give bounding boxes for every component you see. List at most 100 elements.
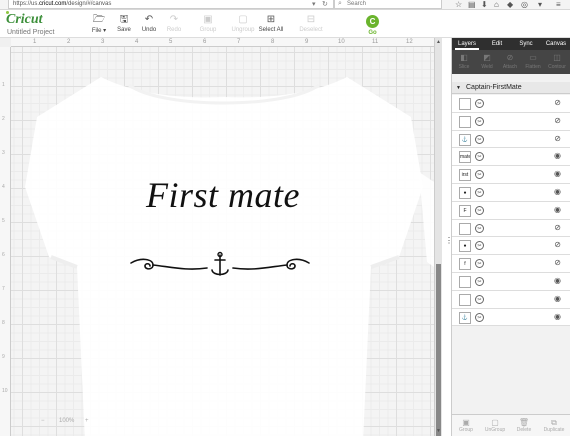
layer-thumbnail: ⚓ <box>459 133 471 146</box>
layer-row[interactable]: ⚓ ✂ ◉ <box>452 308 570 327</box>
eye-icon[interactable]: ◉ <box>554 151 561 161</box>
scroll-down-icon[interactable]: ▼ <box>436 428 441 434</box>
cut-operation-icon[interactable]: ✂ <box>475 134 484 144</box>
group-icon: ▣ <box>203 14 213 25</box>
layer-row[interactable]: ✂ ⊘ <box>452 112 570 131</box>
cricut-logo[interactable]: Cricut <box>6 12 43 28</box>
eye-icon[interactable]: ◉ <box>554 169 561 179</box>
eye-icon[interactable]: ◉ <box>554 276 561 286</box>
layer-row[interactable]: ✂ ◉ <box>452 273 570 291</box>
eye-hidden-icon[interactable]: ⊘ <box>554 134 561 144</box>
contour-button[interactable]: ◫ Contour <box>546 53 568 70</box>
redo-button[interactable]: ↷ Redo <box>159 14 189 33</box>
browser-search-input[interactable]: ⌕ Search <box>334 0 442 9</box>
layer-thumbnail: f <box>459 258 471 271</box>
cut-operation-icon[interactable]: ✂ <box>475 188 484 197</box>
reading-list-icon[interactable]: ▤ <box>468 0 476 9</box>
project-name[interactable]: Untitled Project <box>7 29 54 36</box>
layer-row[interactable]: ✂ ⊘ <box>452 219 570 238</box>
tshirt-mockup <box>25 77 434 436</box>
share-icon[interactable]: ▾ <box>538 0 542 9</box>
cut-operation-icon[interactable]: ✂ <box>475 312 484 322</box>
layer-row[interactable]: F ✂ ◉ <box>452 201 570 220</box>
eye-icon[interactable]: ◉ <box>554 294 561 304</box>
tab-canvas[interactable]: Canvas <box>544 38 568 50</box>
layer-row[interactable]: ⚓ ✂ ⊘ <box>452 130 570 149</box>
cut-operation-icon[interactable]: ✂ <box>475 223 484 233</box>
eye-hidden-icon[interactable]: ⊘ <box>554 258 561 268</box>
eye-hidden-icon[interactable]: ⊘ <box>554 223 561 233</box>
bookmark-star-icon[interactable]: ☆ <box>455 0 462 9</box>
eye-hidden-icon[interactable]: ⊘ <box>554 240 561 250</box>
menu-icon[interactable]: ≡ <box>556 0 561 9</box>
home-icon[interactable]: ⌂ <box>494 0 499 9</box>
group-label: Group <box>199 27 217 33</box>
collapse-triangle-icon[interactable]: ▼ <box>456 82 461 94</box>
cut-operation-icon[interactable]: ✂ <box>475 241 484 251</box>
ungroup-layer-button[interactable]: ▢ UnGroup <box>483 418 507 433</box>
weld-button[interactable]: ◩ Weld <box>476 53 498 70</box>
panel-bottom-toolbar: ▣ Group ▢ UnGroup 🗑 Delete ⧉ Duplicate <box>452 414 570 436</box>
layer-group-row[interactable]: ▼ Captain-FirstMate <box>452 82 570 94</box>
ruler-tick: 11 <box>372 39 379 45</box>
vertical-scrollbar[interactable]: ▲ ▼ <box>434 38 442 436</box>
scroll-up-icon[interactable]: ▲ <box>436 39 441 45</box>
layer-row[interactable]: ● ✂ ⊘ <box>452 237 570 256</box>
ungroup-button[interactable]: ▢ Ungroup <box>228 14 258 33</box>
design-canvas[interactable]: 1 2 3 4 5 6 7 8 9 10 11 12 1 2 3 4 5 6 7… <box>0 38 434 436</box>
layer-row[interactable]: ✂ ⊘ <box>452 95 570 113</box>
cut-operation-icon[interactable]: ✂ <box>475 170 484 180</box>
attach-button[interactable]: ⊘ Attach <box>499 53 521 70</box>
ruler-tick: 3 <box>101 39 105 45</box>
anchor-ornament[interactable] <box>127 251 313 281</box>
design-text-first-mate[interactable]: First mate <box>146 174 300 216</box>
tab-sync[interactable]: Sync <box>514 38 538 50</box>
tab-edit[interactable]: Edit <box>485 38 509 50</box>
reload-icon[interactable]: ↻ <box>322 0 328 9</box>
group-button[interactable]: ▣ Group <box>193 14 223 33</box>
duplicate-button[interactable]: ⧉ Duplicate <box>542 418 566 433</box>
eye-icon[interactable]: ◉ <box>554 205 561 215</box>
eye-hidden-icon[interactable]: ⊘ <box>554 116 561 126</box>
cut-operation-icon[interactable]: ✂ <box>475 116 484 126</box>
cut-operation-icon[interactable]: ✂ <box>475 205 484 215</box>
zoom-control: − 100% + <box>39 414 99 428</box>
layer-row[interactable]: irst ✂ ◉ <box>452 166 570 184</box>
search-icon: ⌕ <box>338 0 342 7</box>
dropdown-icon[interactable]: ▾ <box>312 0 316 9</box>
eye-hidden-icon[interactable]: ⊘ <box>554 98 561 108</box>
cut-operation-icon[interactable]: ✂ <box>475 259 484 269</box>
ruler-tick: 4 <box>2 184 5 190</box>
cut-operation-icon[interactable]: ✂ <box>475 277 484 286</box>
deselect-button[interactable]: ⊟ Deselect <box>296 14 326 33</box>
ruler-tick: 7 <box>2 286 5 292</box>
layer-thumbnail <box>459 222 471 235</box>
select-all-button[interactable]: ⊞ Select All <box>256 14 286 33</box>
cut-operation-icon[interactable]: ✂ <box>475 294 484 304</box>
url-bar[interactable]: https://us.cricut.com/design/#/canvas <box>8 0 334 9</box>
layer-row[interactable]: ● ✂ ◉ <box>452 184 570 202</box>
ruler-tick: 12 <box>406 39 413 45</box>
cut-operation-icon[interactable]: ✂ <box>475 99 484 108</box>
zoom-in-button[interactable]: + <box>85 414 89 428</box>
layer-thumbnail: ● <box>459 187 471 199</box>
eye-icon[interactable]: ◉ <box>554 312 561 322</box>
download-icon[interactable]: ⬇ <box>481 0 488 9</box>
cut-operation-icon[interactable]: ✂ <box>475 152 484 162</box>
scroll-thumb[interactable] <box>436 264 441 436</box>
ruler-tick: 8 <box>2 320 5 326</box>
layer-row[interactable]: ✂ ◉ <box>452 290 570 309</box>
flatten-button[interactable]: ▭ Flatten <box>522 53 544 70</box>
eye-icon[interactable]: ◉ <box>554 187 561 197</box>
zoom-out-button[interactable]: − <box>41 414 45 428</box>
slice-button[interactable]: ◧ Slice <box>453 53 475 70</box>
tab-layers[interactable]: Layers <box>455 38 479 50</box>
layer-row[interactable]: f ✂ ⊘ <box>452 255 570 273</box>
layer-row[interactable]: mate ✂ ◉ <box>452 148 570 167</box>
group-layer-button[interactable]: ▣ Group <box>454 418 478 433</box>
sync-icon[interactable]: ◎ <box>521 0 528 9</box>
extension-icon[interactable]: ◆ <box>507 0 513 9</box>
select-all-icon: ⊞ <box>266 14 276 25</box>
go-icon[interactable]: C <box>366 15 379 28</box>
delete-button[interactable]: 🗑 Delete <box>512 418 536 433</box>
